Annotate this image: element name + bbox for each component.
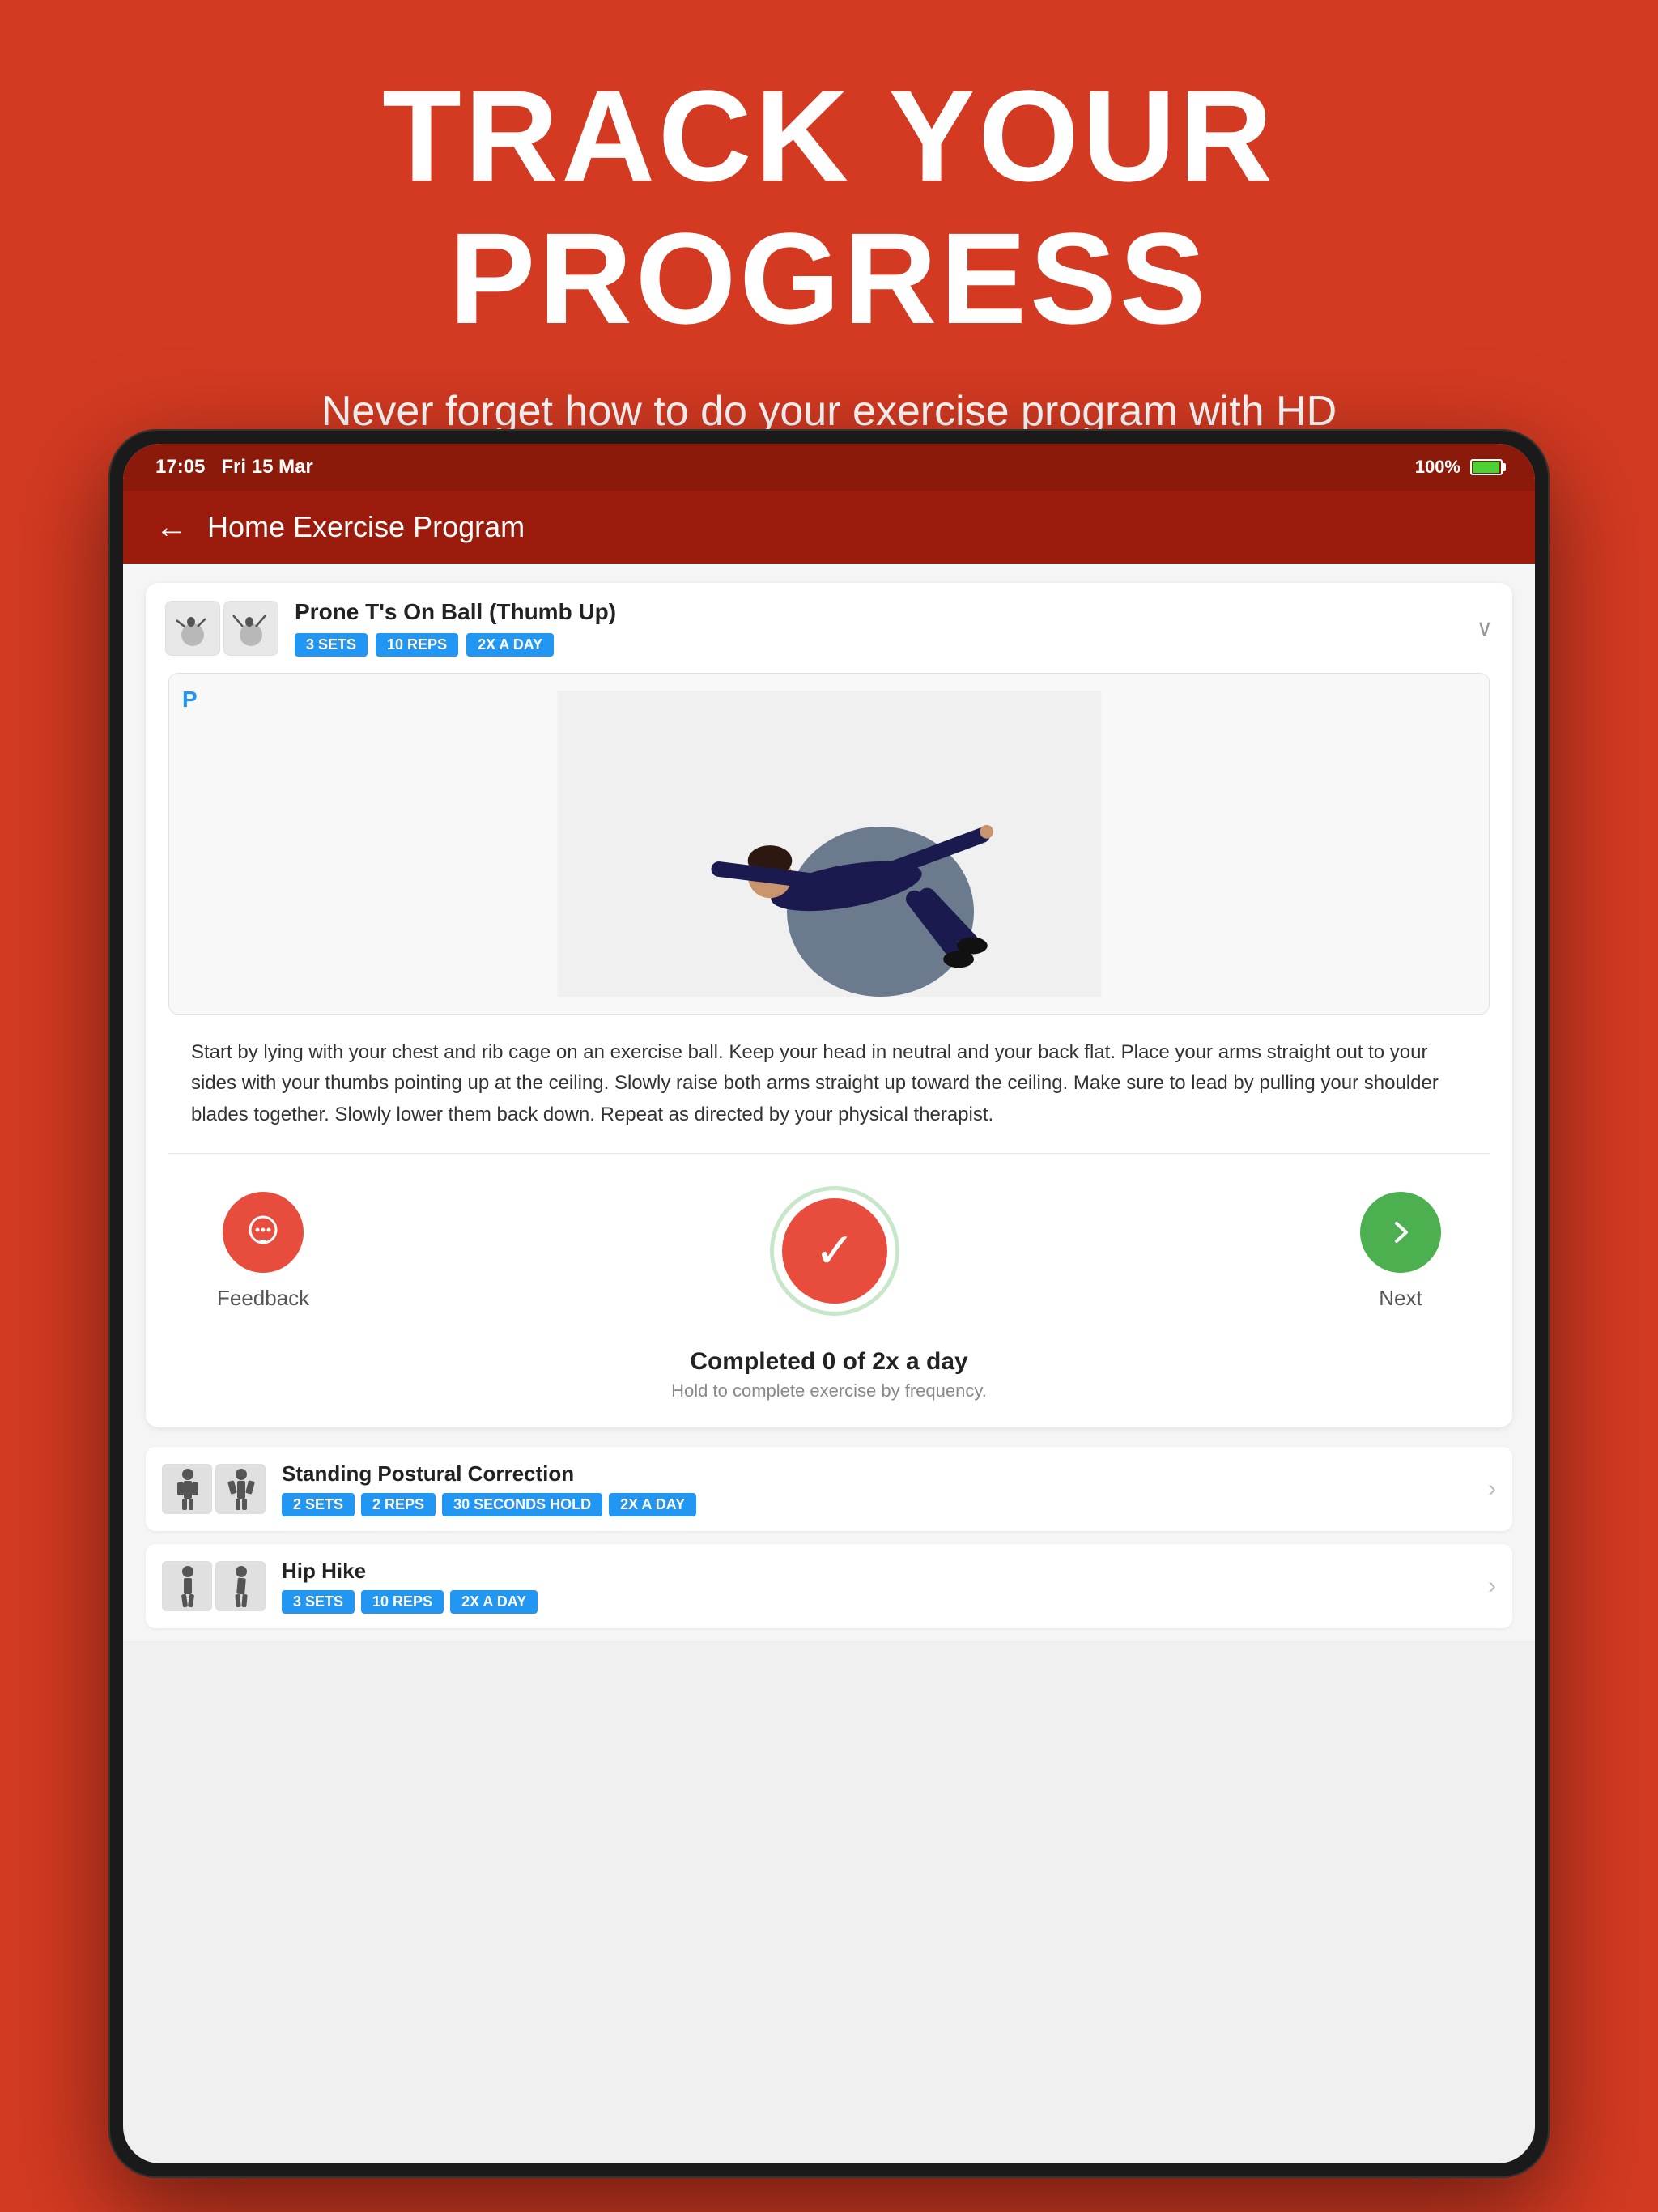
list-thumb-svg-1a: [163, 1465, 212, 1514]
back-button[interactable]: ←: [155, 509, 188, 546]
complete-circle-outer: ✓: [770, 1186, 899, 1316]
video-area: P: [169, 674, 1489, 1014]
list-tag-hold-1: 30 SECONDS HOLD: [442, 1493, 602, 1516]
list-thumb-2b: [215, 1561, 266, 1611]
expand-icon[interactable]: ∨: [1477, 615, 1494, 641]
description-text: Start by lying with your chest and rib c…: [168, 1015, 1490, 1153]
list-tag-reps-2: 10 REPS: [361, 1590, 444, 1614]
feedback-circle: [223, 1192, 304, 1273]
main-title: TRACK YOUR PROGRESS: [81, 65, 1577, 350]
completed-section: Completed 0 of 2x a day Hold to complete…: [168, 1348, 1490, 1427]
list-thumb-2a: [162, 1561, 212, 1611]
complete-circle-inner: ✓: [782, 1198, 887, 1304]
list-exercise-info-2: Hip Hike 3 SETS 10 REPS 2X A DAY: [282, 1559, 1472, 1614]
list-tag-freq-1: 2X A DAY: [609, 1493, 696, 1516]
tag-sets: 3 SETS: [295, 633, 368, 657]
device-screen: 17:05 Fri 15 Mar 100% ← Home Exercise Pr…: [123, 444, 1535, 2163]
list-thumb-svg-1b: [216, 1465, 266, 1514]
tag-frequency: 2X A DAY: [466, 633, 554, 657]
list-exercise-info-1: Standing Postural Correction 2 SETS 2 RE…: [282, 1461, 1472, 1516]
date-display: Fri 15 Mar: [221, 456, 312, 479]
status-left: 17:05 Fri 15 Mar: [155, 456, 313, 479]
list-exercise-name-2: Hip Hike: [282, 1559, 1472, 1584]
list-thumb-1a: [162, 1464, 212, 1514]
list-tag-reps-1: 2 REPS: [361, 1493, 436, 1516]
next-label: Next: [1379, 1286, 1422, 1311]
list-item-2[interactable]: Hip Hike 3 SETS 10 REPS 2X A DAY ›: [146, 1544, 1512, 1628]
check-mark-icon: ✓: [814, 1227, 855, 1275]
video-watermark: P: [182, 687, 198, 713]
thumb-svg-2: [227, 604, 275, 653]
battery-text: 100%: [1415, 457, 1460, 478]
list-thumbnails-2: [162, 1561, 266, 1611]
battery-fill: [1473, 462, 1499, 473]
action-section: Feedback ✓: [168, 1154, 1490, 1348]
video-container[interactable]: P: [168, 673, 1490, 1015]
thumb-2: [223, 601, 278, 656]
device-frame: 17:05 Fri 15 Mar 100% ← Home Exercise Pr…: [108, 429, 1550, 2178]
exercise-card: Prone T's On Ball (Thumb Up) 3 SETS 10 R…: [146, 583, 1512, 1427]
next-circle: [1360, 1192, 1441, 1273]
feedback-icon: [243, 1212, 283, 1253]
content-area: Prone T's On Ball (Thumb Up) 3 SETS 10 R…: [123, 564, 1535, 1641]
battery-icon: [1470, 459, 1503, 475]
list-tag-sets-2: 3 SETS: [282, 1590, 355, 1614]
list-thumbnails-1: [162, 1464, 266, 1514]
thumb-svg-1: [168, 604, 217, 653]
exercise-thumbnails: [165, 601, 278, 656]
thumb-1: [165, 601, 220, 656]
feedback-button[interactable]: Feedback: [217, 1192, 309, 1311]
complete-button[interactable]: ✓: [770, 1186, 899, 1316]
feedback-label: Feedback: [217, 1286, 309, 1311]
list-thumb-svg-2a: [163, 1562, 212, 1611]
list-tags-1: 2 SETS 2 REPS 30 SECONDS HOLD 2X A DAY: [282, 1493, 1472, 1516]
exercise-info: Prone T's On Ball (Thumb Up) 3 SETS 10 R…: [295, 599, 1460, 657]
exercise-name: Prone T's On Ball (Thumb Up): [295, 599, 1460, 625]
app-title: Home Exercise Program: [207, 510, 525, 544]
exercise-header: Prone T's On Ball (Thumb Up) 3 SETS 10 R…: [146, 583, 1512, 673]
list-thumb-svg-2b: [216, 1562, 266, 1611]
list-chevron-1: ›: [1488, 1475, 1496, 1503]
list-thumb-1b: [215, 1464, 266, 1514]
completed-subtitle: Hold to complete exercise by frequency.: [217, 1380, 1441, 1402]
app-header: ← Home Exercise Program: [123, 491, 1535, 564]
list-tag-freq-2: 2X A DAY: [450, 1590, 538, 1614]
list-chevron-2: ›: [1488, 1572, 1496, 1600]
tag-reps: 10 REPS: [376, 633, 458, 657]
device-mockup: 17:05 Fri 15 Mar 100% ← Home Exercise Pr…: [108, 429, 1550, 2178]
status-right: 100%: [1415, 457, 1503, 478]
list-exercise-name-1: Standing Postural Correction: [282, 1461, 1472, 1487]
more-exercises: Standing Postural Correction 2 SETS 2 RE…: [123, 1447, 1535, 1628]
completed-title: Completed 0 of 2x a day: [217, 1348, 1441, 1376]
next-button[interactable]: Next: [1360, 1192, 1441, 1311]
list-tags-2: 3 SETS 10 REPS 2X A DAY: [282, 1590, 1472, 1614]
list-item-1[interactable]: Standing Postural Correction 2 SETS 2 RE…: [146, 1447, 1512, 1531]
exercise-tags: 3 SETS 10 REPS 2X A DAY: [295, 633, 1460, 657]
status-bar: 17:05 Fri 15 Mar 100%: [123, 444, 1535, 491]
exercise-svg: [236, 691, 1423, 997]
list-tag-sets-1: 2 SETS: [282, 1493, 355, 1516]
time-display: 17:05: [155, 456, 205, 479]
next-icon: [1384, 1215, 1418, 1249]
